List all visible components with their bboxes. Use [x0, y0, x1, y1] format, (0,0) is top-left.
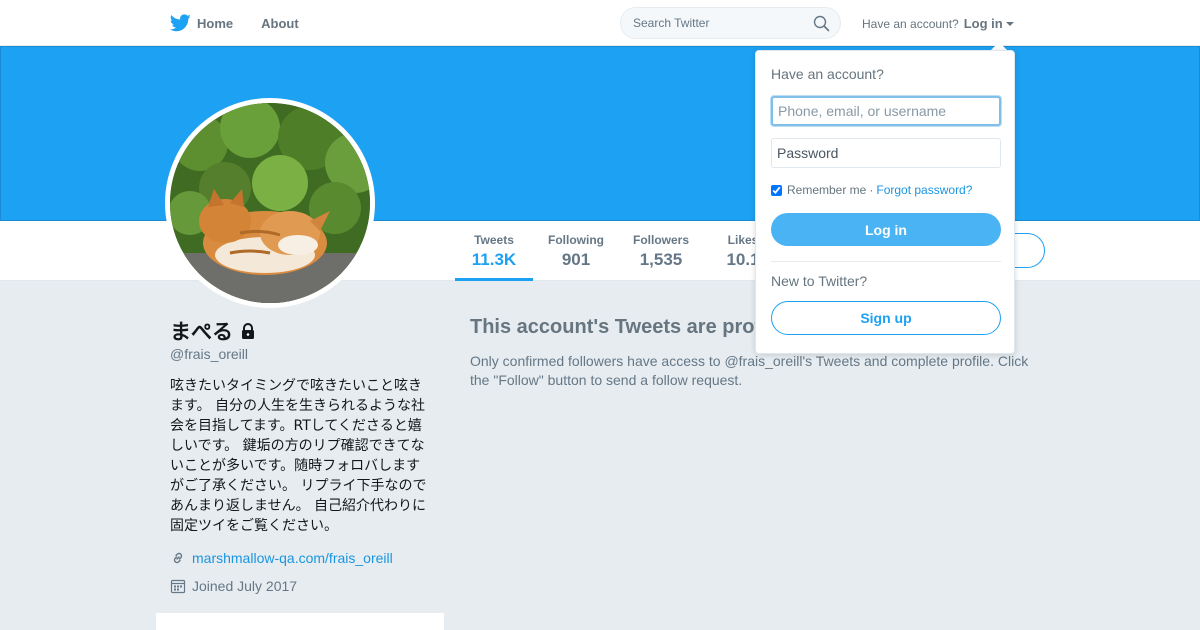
- username-field[interactable]: [771, 96, 1001, 126]
- avatar-photo: [170, 103, 370, 303]
- dropdown-divider: [771, 261, 1001, 262]
- link-icon: [173, 552, 183, 564]
- forgot-password-link[interactable]: Forgot password?: [876, 183, 972, 197]
- stat-value: 901: [561, 250, 591, 269]
- lock-icon: [242, 323, 254, 339]
- remember-checkbox[interactable]: [771, 184, 782, 196]
- stat-followers[interactable]: Followers 1,535: [625, 233, 697, 270]
- protected-title: This account's Tweets are protected.: [470, 316, 760, 338]
- stat-value: 1,535: [639, 250, 683, 269]
- nav-home[interactable]: Home: [170, 14, 233, 32]
- home-label: Home: [197, 15, 234, 31]
- avatar-cat-photo: [170, 103, 370, 303]
- stat-value: 11.3K: [471, 250, 517, 269]
- protected-body: Only confirmed followers have access to …: [470, 353, 1029, 388]
- chevron-down-icon: [1005, 21, 1014, 26]
- profile-display-name: まぺる: [170, 316, 257, 346]
- new-to-twitter-text: New to Twitter?: [771, 273, 868, 289]
- login-toggle-label: Log in: [963, 16, 1003, 31]
- signup-button[interactable]: Sign up: [771, 301, 1001, 335]
- search-input[interactable]: [633, 16, 803, 30]
- profile-bio: 呟きたいタイミングで呟きたいこと呟きます。 自分の人生を生きられるような社会を目…: [170, 378, 427, 534]
- stat-label: Followers: [632, 233, 689, 247]
- login-dropdown-toggle[interactable]: Log in: [964, 16, 1014, 31]
- calendar-icon: [170, 579, 186, 594]
- profile-joined: Joined July 2017: [170, 578, 297, 594]
- display-name-text: まぺる: [170, 321, 233, 344]
- remember-row: Remember me · Forgot password?: [771, 183, 972, 197]
- stat-label: Tweets: [474, 233, 514, 247]
- about-label: About: [261, 15, 299, 31]
- search-box: [620, 7, 841, 39]
- dropdown-question: Have an account?: [771, 66, 884, 82]
- active-tab-indicator: [455, 278, 533, 281]
- have-account-text: Have an account?: [862, 16, 959, 31]
- remember-label[interactable]: Remember me: [787, 183, 866, 197]
- top-navigation: Home About Have an account? Log in: [0, 0, 1200, 46]
- joined-date: Joined July 2017: [192, 578, 298, 594]
- side-card: [156, 613, 444, 630]
- website-link[interactable]: marshmallow-qa.com/frais_oreill: [192, 550, 393, 566]
- stat-following[interactable]: Following 901: [540, 233, 612, 270]
- login-button[interactable]: Log in: [771, 213, 1001, 246]
- profile-handle[interactable]: @frais_oreill: [170, 346, 248, 362]
- twitter-bird-icon: [170, 14, 191, 32]
- search-icon[interactable]: [813, 15, 830, 32]
- account-prompt: Have an account? Log in: [862, 16, 1014, 31]
- nav-left: Home About: [170, 0, 327, 46]
- nav-about[interactable]: About: [261, 16, 299, 31]
- remember-separator: ·: [869, 183, 874, 197]
- login-dropdown: Have an account? Remember me · Forgot pa…: [755, 50, 1015, 354]
- profile-website: marshmallow-qa.com/frais_oreill: [170, 550, 393, 566]
- password-field[interactable]: [771, 138, 1001, 168]
- profile-avatar[interactable]: [165, 98, 375, 308]
- stat-tweets[interactable]: Tweets 11.3K: [455, 233, 533, 270]
- stat-label: Following: [548, 233, 604, 247]
